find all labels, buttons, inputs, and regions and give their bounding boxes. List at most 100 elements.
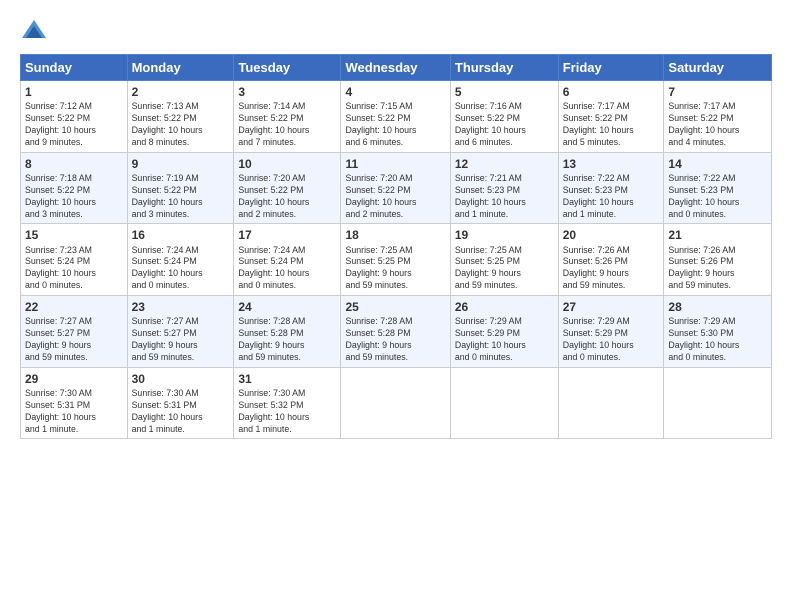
day-number: 13 xyxy=(563,156,660,172)
week-row-1: 1Sunrise: 7:12 AM Sunset: 5:22 PM Daylig… xyxy=(21,81,772,153)
calendar-cell: 8Sunrise: 7:18 AM Sunset: 5:22 PM Daylig… xyxy=(21,152,128,224)
day-number: 3 xyxy=(238,84,336,100)
calendar-cell xyxy=(664,367,772,439)
week-row-4: 22Sunrise: 7:27 AM Sunset: 5:27 PM Dayli… xyxy=(21,296,772,368)
day-info: Sunrise: 7:17 AM Sunset: 5:22 PM Dayligh… xyxy=(668,101,767,149)
calendar-cell: 31Sunrise: 7:30 AM Sunset: 5:32 PM Dayli… xyxy=(234,367,341,439)
day-number: 15 xyxy=(25,227,123,243)
logo xyxy=(20,18,52,46)
day-number: 26 xyxy=(455,299,554,315)
day-number: 20 xyxy=(563,227,660,243)
page: SundayMondayTuesdayWednesdayThursdayFrid… xyxy=(0,0,792,612)
calendar-cell: 30Sunrise: 7:30 AM Sunset: 5:31 PM Dayli… xyxy=(127,367,234,439)
calendar-cell: 2Sunrise: 7:13 AM Sunset: 5:22 PM Daylig… xyxy=(127,81,234,153)
day-info: Sunrise: 7:29 AM Sunset: 5:29 PM Dayligh… xyxy=(455,316,554,364)
day-number: 1 xyxy=(25,84,123,100)
calendar-cell: 15 Sunrise: 7:23 AM Sunset: 5:24 PM Dayli… xyxy=(21,224,128,296)
calendar-cell: 4Sunrise: 7:15 AM Sunset: 5:22 PM Daylig… xyxy=(341,81,450,153)
day-info: Sunrise: 7:21 AM Sunset: 5:23 PM Dayligh… xyxy=(455,173,554,221)
calendar: SundayMondayTuesdayWednesdayThursdayFrid… xyxy=(20,54,772,439)
day-info: Sunrise: 7:26 AM Sunset: 5:26 PM Dayligh… xyxy=(668,245,767,293)
calendar-cell: 9Sunrise: 7:19 AM Sunset: 5:22 PM Daylig… xyxy=(127,152,234,224)
day-info: Sunrise: 7:16 AM Sunset: 5:22 PM Dayligh… xyxy=(455,101,554,149)
day-info: Sunrise: 7:28 AM Sunset: 5:28 PM Dayligh… xyxy=(238,316,336,364)
calendar-cell: 20 Sunrise: 7:26 AM Sunset: 5:26 PM Dayli… xyxy=(558,224,664,296)
day-info: Sunrise: 7:30 AM Sunset: 5:31 PM Dayligh… xyxy=(25,388,123,436)
calendar-cell: 5Sunrise: 7:16 AM Sunset: 5:22 PM Daylig… xyxy=(450,81,558,153)
day-info: Sunrise: 7:13 AM Sunset: 5:22 PM Dayligh… xyxy=(132,101,230,149)
day-number: 23 xyxy=(132,299,230,315)
day-number: 10 xyxy=(238,156,336,172)
day-info: Sunrise: 7:14 AM Sunset: 5:22 PM Dayligh… xyxy=(238,101,336,149)
calendar-cell xyxy=(341,367,450,439)
day-info: Sunrise: 7:29 AM Sunset: 5:29 PM Dayligh… xyxy=(563,316,660,364)
day-info: Sunrise: 7:26 AM Sunset: 5:26 PM Dayligh… xyxy=(563,245,660,293)
day-number: 31 xyxy=(238,371,336,387)
day-number: 2 xyxy=(132,84,230,100)
day-number: 30 xyxy=(132,371,230,387)
day-info: Sunrise: 7:19 AM Sunset: 5:22 PM Dayligh… xyxy=(132,173,230,221)
weekday-sunday: Sunday xyxy=(21,55,128,81)
day-number: 19 xyxy=(455,227,554,243)
day-info: Sunrise: 7:22 AM Sunset: 5:23 PM Dayligh… xyxy=(668,173,767,221)
day-number: 7 xyxy=(668,84,767,100)
day-info: Sunrise: 7:28 AM Sunset: 5:28 PM Dayligh… xyxy=(345,316,445,364)
calendar-cell: 3Sunrise: 7:14 AM Sunset: 5:22 PM Daylig… xyxy=(234,81,341,153)
calendar-cell: 17Sunrise: 7:24 AM Sunset: 5:24 PM Dayli… xyxy=(234,224,341,296)
day-number: 6 xyxy=(563,84,660,100)
weekday-monday: Monday xyxy=(127,55,234,81)
day-info: Sunrise: 7:22 AM Sunset: 5:23 PM Dayligh… xyxy=(563,173,660,221)
day-number: 5 xyxy=(455,84,554,100)
calendar-cell xyxy=(450,367,558,439)
day-number: 22 xyxy=(25,299,123,315)
day-number: 18 xyxy=(345,227,445,243)
day-number: 17 xyxy=(238,227,336,243)
calendar-cell xyxy=(558,367,664,439)
day-number: 16 xyxy=(132,227,230,243)
calendar-cell: 16 Sunrise: 7:24 AM Sunset: 5:24 PM Dayli… xyxy=(127,224,234,296)
day-number: 14 xyxy=(668,156,767,172)
weekday-thursday: Thursday xyxy=(450,55,558,81)
day-number: 11 xyxy=(345,156,445,172)
calendar-cell: 11Sunrise: 7:20 AM Sunset: 5:22 PM Dayli… xyxy=(341,152,450,224)
day-info: Sunrise: 7:27 AM Sunset: 5:27 PM Dayligh… xyxy=(132,316,230,364)
calendar-cell: 10Sunrise: 7:20 AM Sunset: 5:22 PM Dayli… xyxy=(234,152,341,224)
calendar-cell: 19 Sunrise: 7:25 AM Sunset: 5:25 PM Dayli… xyxy=(450,224,558,296)
day-number: 8 xyxy=(25,156,123,172)
day-info: Sunrise: 7:23 AM Sunset: 5:24 PM Dayligh… xyxy=(25,245,123,293)
calendar-cell: 14Sunrise: 7:22 AM Sunset: 5:23 PM Dayli… xyxy=(664,152,772,224)
day-info: Sunrise: 7:30 AM Sunset: 5:32 PM Dayligh… xyxy=(238,388,336,436)
day-info: Sunrise: 7:18 AM Sunset: 5:22 PM Dayligh… xyxy=(25,173,123,221)
day-info: Sunrise: 7:29 AM Sunset: 5:30 PM Dayligh… xyxy=(668,316,767,364)
calendar-cell: 24Sunrise: 7:28 AM Sunset: 5:28 PM Dayli… xyxy=(234,296,341,368)
calendar-cell: 23Sunrise: 7:27 AM Sunset: 5:27 PM Dayli… xyxy=(127,296,234,368)
day-info: Sunrise: 7:15 AM Sunset: 5:22 PM Dayligh… xyxy=(345,101,445,149)
day-number: 24 xyxy=(238,299,336,315)
calendar-cell: 1Sunrise: 7:12 AM Sunset: 5:22 PM Daylig… xyxy=(21,81,128,153)
logo-icon xyxy=(20,18,48,46)
calendar-cell: 27Sunrise: 7:29 AM Sunset: 5:29 PM Dayli… xyxy=(558,296,664,368)
day-number: 25 xyxy=(345,299,445,315)
day-number: 12 xyxy=(455,156,554,172)
weekday-saturday: Saturday xyxy=(664,55,772,81)
calendar-cell: 29Sunrise: 7:30 AM Sunset: 5:31 PM Dayli… xyxy=(21,367,128,439)
week-row-5: 29Sunrise: 7:30 AM Sunset: 5:31 PM Dayli… xyxy=(21,367,772,439)
day-number: 21 xyxy=(668,227,767,243)
day-info: Sunrise: 7:24 AM Sunset: 5:24 PM Dayligh… xyxy=(132,245,230,293)
weekday-friday: Friday xyxy=(558,55,664,81)
day-number: 9 xyxy=(132,156,230,172)
weekday-header-row: SundayMondayTuesdayWednesdayThursdayFrid… xyxy=(21,55,772,81)
calendar-cell: 6Sunrise: 7:17 AM Sunset: 5:22 PM Daylig… xyxy=(558,81,664,153)
day-info: Sunrise: 7:25 AM Sunset: 5:25 PM Dayligh… xyxy=(345,245,445,293)
day-info: Sunrise: 7:30 AM Sunset: 5:31 PM Dayligh… xyxy=(132,388,230,436)
calendar-cell: 22Sunrise: 7:27 AM Sunset: 5:27 PM Dayli… xyxy=(21,296,128,368)
day-info: Sunrise: 7:12 AM Sunset: 5:22 PM Dayligh… xyxy=(25,101,123,149)
day-info: Sunrise: 7:20 AM Sunset: 5:22 PM Dayligh… xyxy=(238,173,336,221)
calendar-cell: 25Sunrise: 7:28 AM Sunset: 5:28 PM Dayli… xyxy=(341,296,450,368)
calendar-cell: 12Sunrise: 7:21 AM Sunset: 5:23 PM Dayli… xyxy=(450,152,558,224)
day-info: Sunrise: 7:25 AM Sunset: 5:25 PM Dayligh… xyxy=(455,245,554,293)
day-number: 27 xyxy=(563,299,660,315)
day-info: Sunrise: 7:27 AM Sunset: 5:27 PM Dayligh… xyxy=(25,316,123,364)
week-row-3: 15 Sunrise: 7:23 AM Sunset: 5:24 PM Dayli… xyxy=(21,224,772,296)
calendar-cell: 13Sunrise: 7:22 AM Sunset: 5:23 PM Dayli… xyxy=(558,152,664,224)
